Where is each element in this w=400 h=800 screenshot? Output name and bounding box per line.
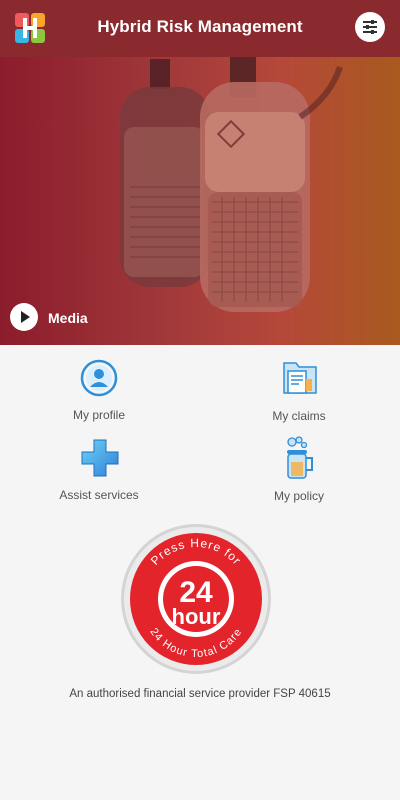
fsp-disclaimer: An authorised financial service provider…	[69, 688, 331, 700]
assist-services-label[interactable]: Assist services	[19, 488, 179, 502]
media-banner[interactable]	[0, 57, 400, 345]
page-title: Hybrid Risk Management	[97, 17, 303, 36]
24-hour-badge-icon: Press Here for 24 Hour Total Care 24 hou…	[121, 524, 271, 674]
app-header: Hybrid Risk Management	[0, 0, 400, 57]
menu-button[interactable]	[355, 12, 385, 42]
emergency-24-hour-button[interactable]: Press Here for 24 Hour Total Care 24 hou…	[120, 523, 272, 675]
microphone-image	[120, 57, 343, 312]
play-button[interactable]	[10, 303, 38, 331]
badge-unit: hour	[172, 604, 221, 629]
my-policy-label[interactable]: My policy	[219, 489, 379, 503]
my-profile-label[interactable]: My profile	[19, 408, 179, 422]
my-claims-label[interactable]: My claims	[219, 409, 379, 423]
play-icon	[21, 311, 30, 323]
claims-document-icon[interactable]	[282, 359, 318, 397]
media-label[interactable]: Media	[48, 310, 88, 326]
policy-jar-icon[interactable]	[284, 436, 316, 482]
plus-cross-icon[interactable]	[80, 438, 120, 478]
profile-icon[interactable]	[80, 359, 118, 397]
sliders-menu-icon	[363, 20, 377, 34]
